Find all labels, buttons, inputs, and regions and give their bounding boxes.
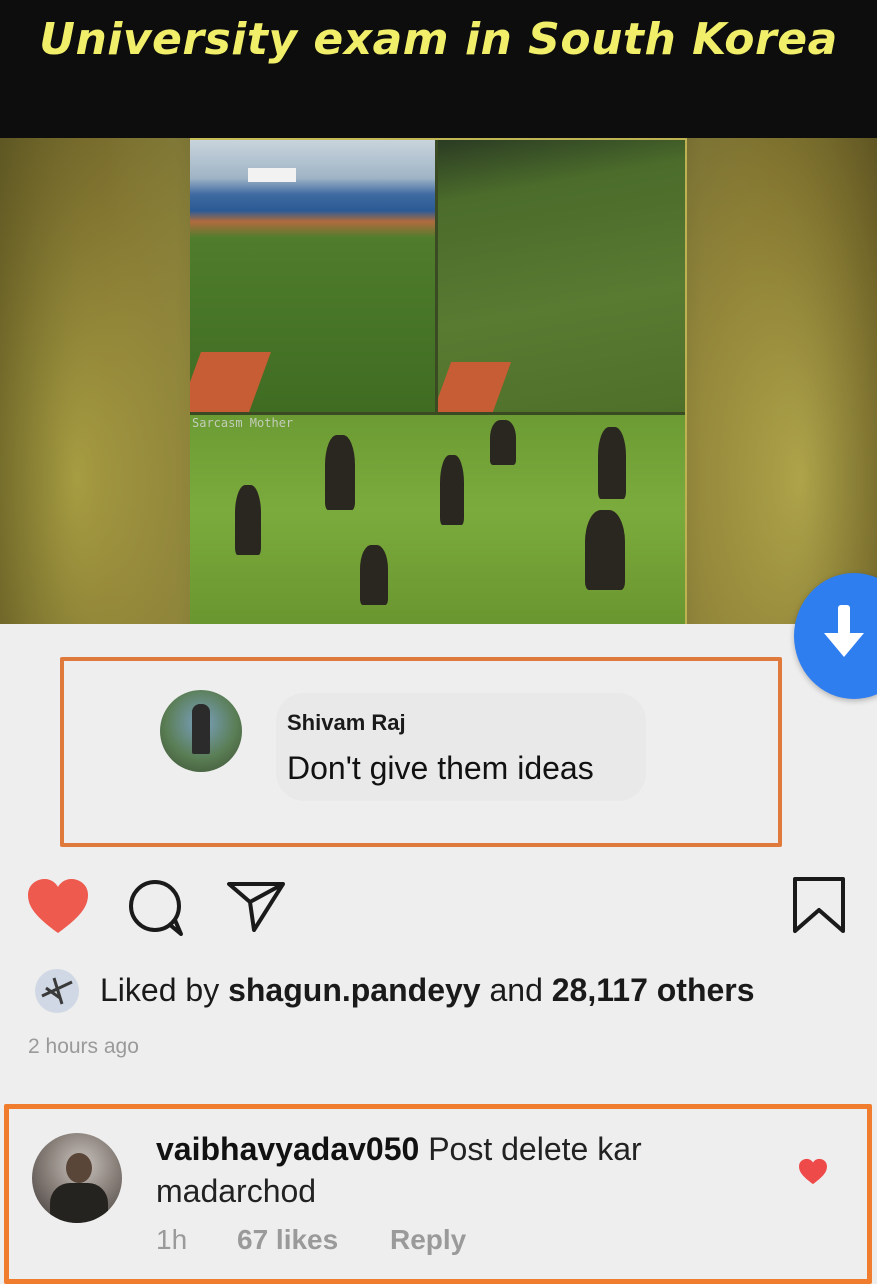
reply-username[interactable]: vaibhavyadav050 xyxy=(156,1131,419,1167)
photo-collage: Sarcasm Mother xyxy=(190,140,685,624)
header-title: University exam in South Korea xyxy=(39,14,838,65)
comment-text: Don't give them ideas xyxy=(287,750,594,786)
student xyxy=(235,485,261,555)
post-media[interactable]: Sarcasm Mother xyxy=(0,138,877,624)
media-blur-right xyxy=(687,138,877,624)
avatar-figure xyxy=(192,704,210,754)
liked-prefix: Liked by xyxy=(100,972,220,1008)
likes-summary[interactable]: Liked by shagun.pandeyy and 28,117 other… xyxy=(100,972,755,1009)
liked-others[interactable]: 28,117 others xyxy=(552,972,755,1008)
student xyxy=(440,455,464,525)
download-icon xyxy=(824,605,864,657)
media-watermark: Sarcasm Mother xyxy=(192,416,294,430)
comment-icon[interactable] xyxy=(125,878,187,936)
share-icon[interactable] xyxy=(226,880,286,932)
liked-middle: and xyxy=(489,972,543,1008)
bookmark-icon[interactable] xyxy=(792,876,846,934)
student xyxy=(585,510,625,590)
student xyxy=(490,420,516,465)
reply-comment: vaibhavyadav050 Post delete kar madarcho… xyxy=(156,1128,756,1212)
avatar-face xyxy=(66,1153,92,1183)
students-photo xyxy=(190,415,685,624)
header-banner: University exam in South Korea xyxy=(0,0,877,138)
media-blur-left xyxy=(0,138,190,624)
liker-avatar[interactable] xyxy=(32,968,82,1014)
commenter-avatar[interactable] xyxy=(160,690,242,772)
heart-icon[interactable] xyxy=(26,877,90,935)
student xyxy=(598,427,626,499)
stadium-photo-1 xyxy=(190,140,435,412)
student xyxy=(325,435,355,510)
reply-time: 1h xyxy=(156,1224,188,1255)
running-track xyxy=(438,362,512,412)
reply-avatar[interactable] xyxy=(32,1133,122,1223)
reply-likes[interactable]: 67 likes xyxy=(237,1224,338,1256)
commenter-name[interactable]: Shivam Raj xyxy=(287,710,406,736)
stadium-photo-2 xyxy=(438,140,685,412)
running-track xyxy=(190,352,271,412)
reply-button[interactable]: Reply xyxy=(390,1224,466,1256)
small-heart-icon[interactable] xyxy=(798,1158,828,1185)
post-time: 2 hours ago xyxy=(28,1035,139,1058)
stadium-sign xyxy=(248,168,296,182)
avatar-body xyxy=(50,1183,108,1223)
liked-user[interactable]: shagun.pandeyy xyxy=(228,972,481,1008)
student xyxy=(360,545,388,605)
